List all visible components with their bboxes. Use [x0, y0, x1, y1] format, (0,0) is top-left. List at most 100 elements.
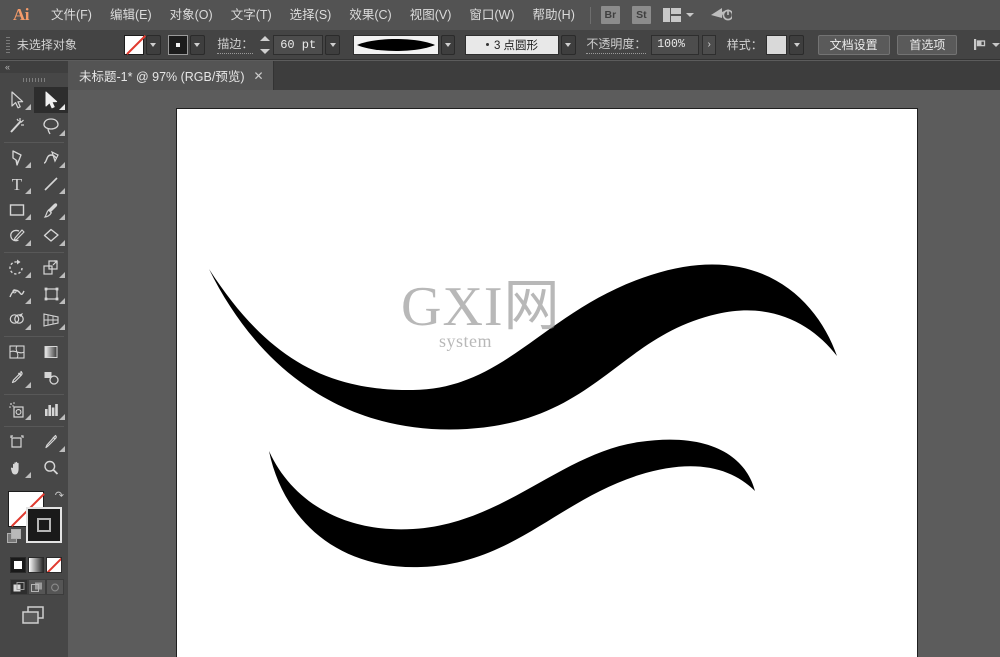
- width-tool[interactable]: [0, 281, 34, 307]
- menu-type[interactable]: 文字(T): [222, 0, 281, 30]
- change-screen-mode-icon[interactable]: [0, 595, 68, 627]
- column-graph-tool[interactable]: [34, 397, 68, 423]
- tool-group-indicator-icon: [59, 240, 65, 246]
- lasso-tool[interactable]: [34, 113, 68, 139]
- selection-tool[interactable]: [0, 87, 34, 113]
- menu-object[interactable]: 对象(O): [161, 0, 222, 30]
- brush-definition-dropdown[interactable]: [440, 34, 456, 55]
- menu-select[interactable]: 选择(S): [281, 0, 341, 30]
- blend-tool[interactable]: [34, 365, 68, 391]
- creative-cloud-icon[interactable]: [710, 5, 734, 25]
- perspective-grid-tool[interactable]: [34, 307, 68, 333]
- document-tab[interactable]: 未标题-1* @ 97% (RGB/预览) ✕: [68, 61, 274, 90]
- opacity-expand-button[interactable]: ›: [702, 34, 716, 55]
- tool-group-indicator-icon: [25, 162, 31, 168]
- workspace-switcher-icon[interactable]: [662, 8, 683, 22]
- stroke-swatch-dropdown[interactable]: [190, 34, 205, 55]
- graphic-style-swatch[interactable]: [765, 34, 788, 55]
- stroke-weight-label[interactable]: 描边：: [217, 35, 254, 54]
- scale-tool[interactable]: [34, 255, 68, 281]
- menu-edit[interactable]: 编辑(E): [101, 0, 161, 30]
- pen-tool[interactable]: [0, 145, 34, 171]
- fill-swatch-dropdown[interactable]: [145, 34, 161, 55]
- opacity-input[interactable]: 100%: [651, 34, 700, 55]
- rotate-tool[interactable]: [0, 255, 34, 281]
- tools-panel-grip[interactable]: [0, 73, 68, 87]
- gradient-tool[interactable]: [34, 339, 68, 365]
- free-transform-tool[interactable]: [34, 281, 68, 307]
- line-segment-tool[interactable]: [34, 171, 68, 197]
- menu-view[interactable]: 视图(V): [401, 0, 461, 30]
- tools-panel: « T ↷: [0, 61, 68, 657]
- fill-color-swatch[interactable]: [124, 34, 144, 55]
- artboard[interactable]: GXI网 system: [176, 108, 918, 657]
- profile-dot-icon: [485, 43, 489, 46]
- stroke-color-black[interactable]: [26, 507, 62, 543]
- collapse-panel-icon[interactable]: «: [5, 62, 10, 72]
- symbol-sprayer-tool[interactable]: [0, 397, 34, 423]
- variable-width-profile[interactable]: 3 点圆形: [465, 34, 559, 55]
- color-mode-button[interactable]: [10, 557, 26, 573]
- shaper-tool[interactable]: [0, 223, 34, 249]
- shape-builder-tool[interactable]: [0, 307, 34, 333]
- type-tool[interactable]: T: [0, 171, 34, 197]
- menu-bar: Ai 文件(F) 编辑(E) 对象(O) 文字(T) 选择(S) 效果(C) 视…: [0, 0, 1000, 30]
- menu-effect[interactable]: 效果(C): [340, 0, 400, 30]
- menu-help[interactable]: 帮助(H): [524, 0, 584, 30]
- bridge-launch-button[interactable]: Br: [600, 6, 620, 24]
- tool-group-indicator-icon: [25, 188, 31, 194]
- tool-group-indicator-icon: [25, 214, 31, 220]
- graphic-style-label: 样式：: [726, 38, 763, 52]
- color-mode-row: [0, 553, 68, 573]
- magic-wand-tool[interactable]: [0, 113, 34, 139]
- tool-group-indicator-icon: [59, 214, 65, 220]
- opacity-label[interactable]: 不透明度：: [586, 35, 647, 54]
- eraser-tool[interactable]: [34, 223, 68, 249]
- slice-tool[interactable]: [34, 429, 68, 455]
- artboard-tool[interactable]: [0, 429, 34, 455]
- eyedropper-tool[interactable]: [0, 365, 34, 391]
- close-icon[interactable]: ✕: [254, 70, 264, 82]
- tool-group-indicator-icon: [59, 130, 65, 136]
- default-fill-stroke-icon[interactable]: [7, 529, 21, 543]
- brush-definition-preview[interactable]: [352, 34, 439, 55]
- variable-width-dropdown[interactable]: [560, 34, 576, 55]
- tool-group-indicator-icon: [59, 104, 65, 110]
- direct-selection-tool[interactable]: [34, 87, 68, 113]
- paintbrush-tool[interactable]: [34, 197, 68, 223]
- zoom-tool[interactable]: [34, 455, 68, 481]
- preferences-button[interactable]: 首选项: [897, 34, 958, 55]
- rectangle-tool[interactable]: [0, 197, 34, 223]
- tool-group-indicator-icon: [59, 324, 65, 330]
- tool-group-indicator-icon: [25, 298, 31, 304]
- stroke-weight-dropdown[interactable]: [325, 34, 340, 55]
- tool-group-indicator-icon: [59, 414, 65, 420]
- stroke-weight-stepper[interactable]: [259, 35, 270, 54]
- stock-launch-button[interactable]: St: [631, 6, 651, 24]
- canvas-area[interactable]: GXI网 system: [68, 90, 1000, 657]
- menu-file[interactable]: 文件(F): [42, 0, 101, 30]
- stroke-color-swatch[interactable]: [168, 34, 189, 55]
- app-logo: Ai: [13, 5, 30, 24]
- mesh-tool[interactable]: [0, 339, 34, 365]
- swap-fill-stroke-icon[interactable]: ↷: [55, 489, 64, 502]
- control-bar-grip[interactable]: [6, 36, 10, 53]
- document-setup-button[interactable]: 文档设置: [817, 34, 890, 55]
- tool-group-indicator-icon: [59, 188, 65, 194]
- draw-behind-button[interactable]: [28, 579, 46, 595]
- stroke-weight-input[interactable]: 60 pt: [273, 34, 324, 55]
- align-to-artboard-icon[interactable]: [973, 37, 988, 52]
- tool-group-indicator-icon: [59, 272, 65, 278]
- align-dropdown-chevron-icon[interactable]: [992, 42, 1000, 47]
- chevron-down-icon[interactable]: [685, 13, 694, 17]
- gradient-mode-button[interactable]: [28, 557, 44, 573]
- curvature-tool[interactable]: [34, 145, 68, 171]
- graphic-style-dropdown[interactable]: [789, 34, 804, 55]
- document-tab-title: 未标题-1* @ 97% (RGB/预览): [79, 70, 245, 84]
- control-bar: 未选择对象 描边： 60 pt 3 点圆形 不透明度： 100% › 样式： 文…: [0, 30, 1000, 60]
- none-mode-button[interactable]: [46, 557, 62, 573]
- draw-inside-button[interactable]: [46, 579, 64, 595]
- draw-normal-button[interactable]: [10, 579, 28, 595]
- hand-tool[interactable]: [0, 455, 34, 481]
- menu-window[interactable]: 窗口(W): [460, 0, 523, 30]
